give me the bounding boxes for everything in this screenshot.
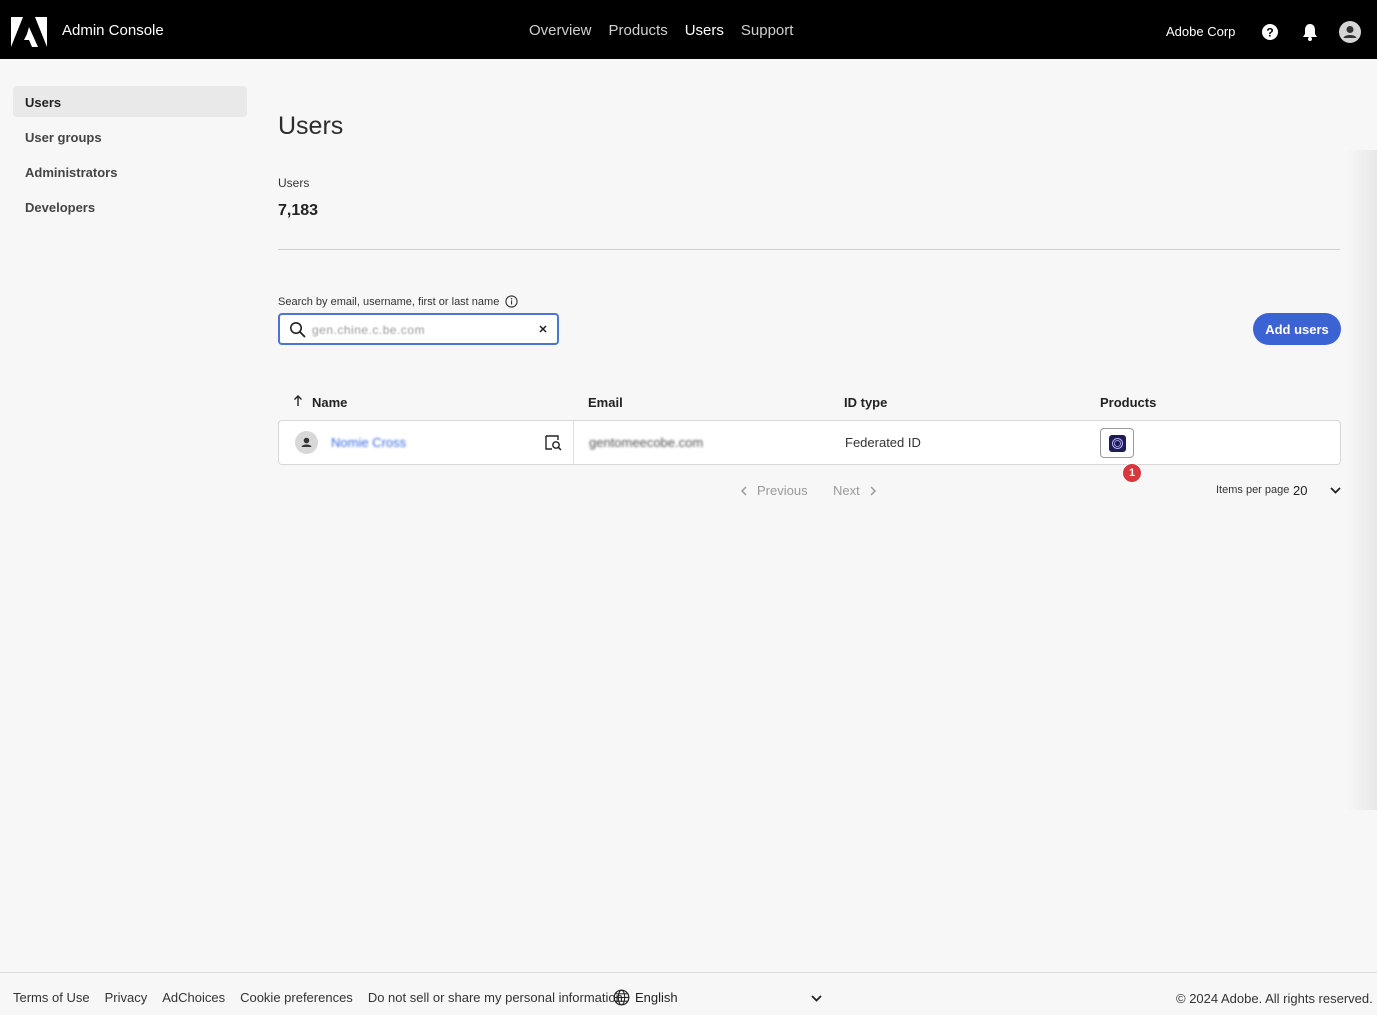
page-title: Users [278,112,344,140]
nav-products[interactable]: Products [609,22,668,39]
product-tile[interactable] [1100,428,1134,458]
language-label: English [635,990,678,1005]
user-email: gentomeecobe.com [589,435,704,450]
sort-ascending-icon[interactable] [292,394,304,408]
product-icon [1109,435,1126,452]
search-box [278,313,559,345]
adobe-logo[interactable] [11,17,47,47]
user-name-link[interactable]: Nomie Cross [331,435,406,450]
copyright: © 2024 Adobe. All rights reserved. [1176,991,1373,1006]
user-avatar [295,431,318,454]
help-icon[interactable]: ? [1260,22,1280,42]
footer-links: Terms of Use Privacy AdChoices Cookie pr… [13,990,623,1005]
footer-link-terms[interactable]: Terms of Use [13,990,90,1005]
user-id-type: Federated ID [845,435,921,450]
app-title[interactable]: Admin Console [62,22,164,39]
footer-link-cookie-preferences[interactable]: Cookie preferences [240,990,353,1005]
search-icon [290,322,306,338]
clear-icon[interactable] [537,323,549,335]
column-divider [573,421,574,464]
search-label: Search by email, username, first or last… [278,295,518,308]
globe-icon [613,989,630,1006]
search-input[interactable] [312,320,527,340]
column-header-products[interactable]: Products [1100,395,1156,410]
language-selector[interactable]: English [613,989,678,1006]
chevron-down-icon[interactable] [810,992,823,1004]
add-users-button[interactable]: Add users [1253,313,1341,345]
footer-link-do-not-sell[interactable]: Do not sell or share my personal informa… [368,990,623,1005]
items-per-page-select[interactable]: 20 [1293,483,1307,498]
users-count-label: Users [278,176,310,190]
top-bar: Admin Console Overview Products Users Su… [0,0,1377,59]
bell-icon[interactable] [1300,22,1320,42]
next-page-label: Next [833,483,860,498]
avatar-icon[interactable] [1339,21,1361,43]
search-label-text: Search by email, username, first or last… [278,295,500,308]
product-count-badge: 1 [1122,463,1142,483]
sidebar: Users User groups Administrators Develop… [13,86,247,226]
footer-link-adchoices[interactable]: AdChoices [162,990,225,1005]
previous-page-button[interactable]: Previous [739,483,808,498]
svg-text:?: ? [1266,26,1273,40]
preview-icon[interactable] [545,435,562,451]
previous-page-label: Previous [757,483,808,498]
column-header-name[interactable]: Name [312,395,347,410]
section-divider [278,249,1340,250]
nav-support[interactable]: Support [741,22,794,39]
chevron-down-icon[interactable] [1329,484,1342,496]
nav-overview[interactable]: Overview [529,22,592,39]
sidebar-item-users[interactable]: Users [13,86,247,117]
next-page-button[interactable]: Next [833,483,878,498]
users-count-value: 7,183 [278,202,319,219]
items-per-page-label: Items per page [1216,484,1290,496]
panel-edge-shadow [1345,150,1377,810]
footer: Terms of Use Privacy AdChoices Cookie pr… [0,972,1377,1015]
footer-link-privacy[interactable]: Privacy [105,990,148,1005]
sidebar-item-developers[interactable]: Developers [13,191,247,222]
org-switcher[interactable]: Adobe Corp [1166,24,1235,39]
column-header-id-type[interactable]: ID type [844,395,887,410]
table-row[interactable]: Nomie Cross gentomeecobe.com Federated I… [278,420,1341,483]
sidebar-item-administrators[interactable]: Administrators [13,156,247,187]
column-header-email[interactable]: Email [588,395,623,410]
nav-users[interactable]: Users [685,22,724,39]
info-icon[interactable] [505,295,518,308]
top-nav: Overview Products Users Support [529,22,793,39]
chevron-right-icon [870,485,876,496]
chevron-left-icon [740,485,747,496]
sidebar-item-user-groups[interactable]: User groups [13,121,247,152]
person-icon [301,437,312,447]
